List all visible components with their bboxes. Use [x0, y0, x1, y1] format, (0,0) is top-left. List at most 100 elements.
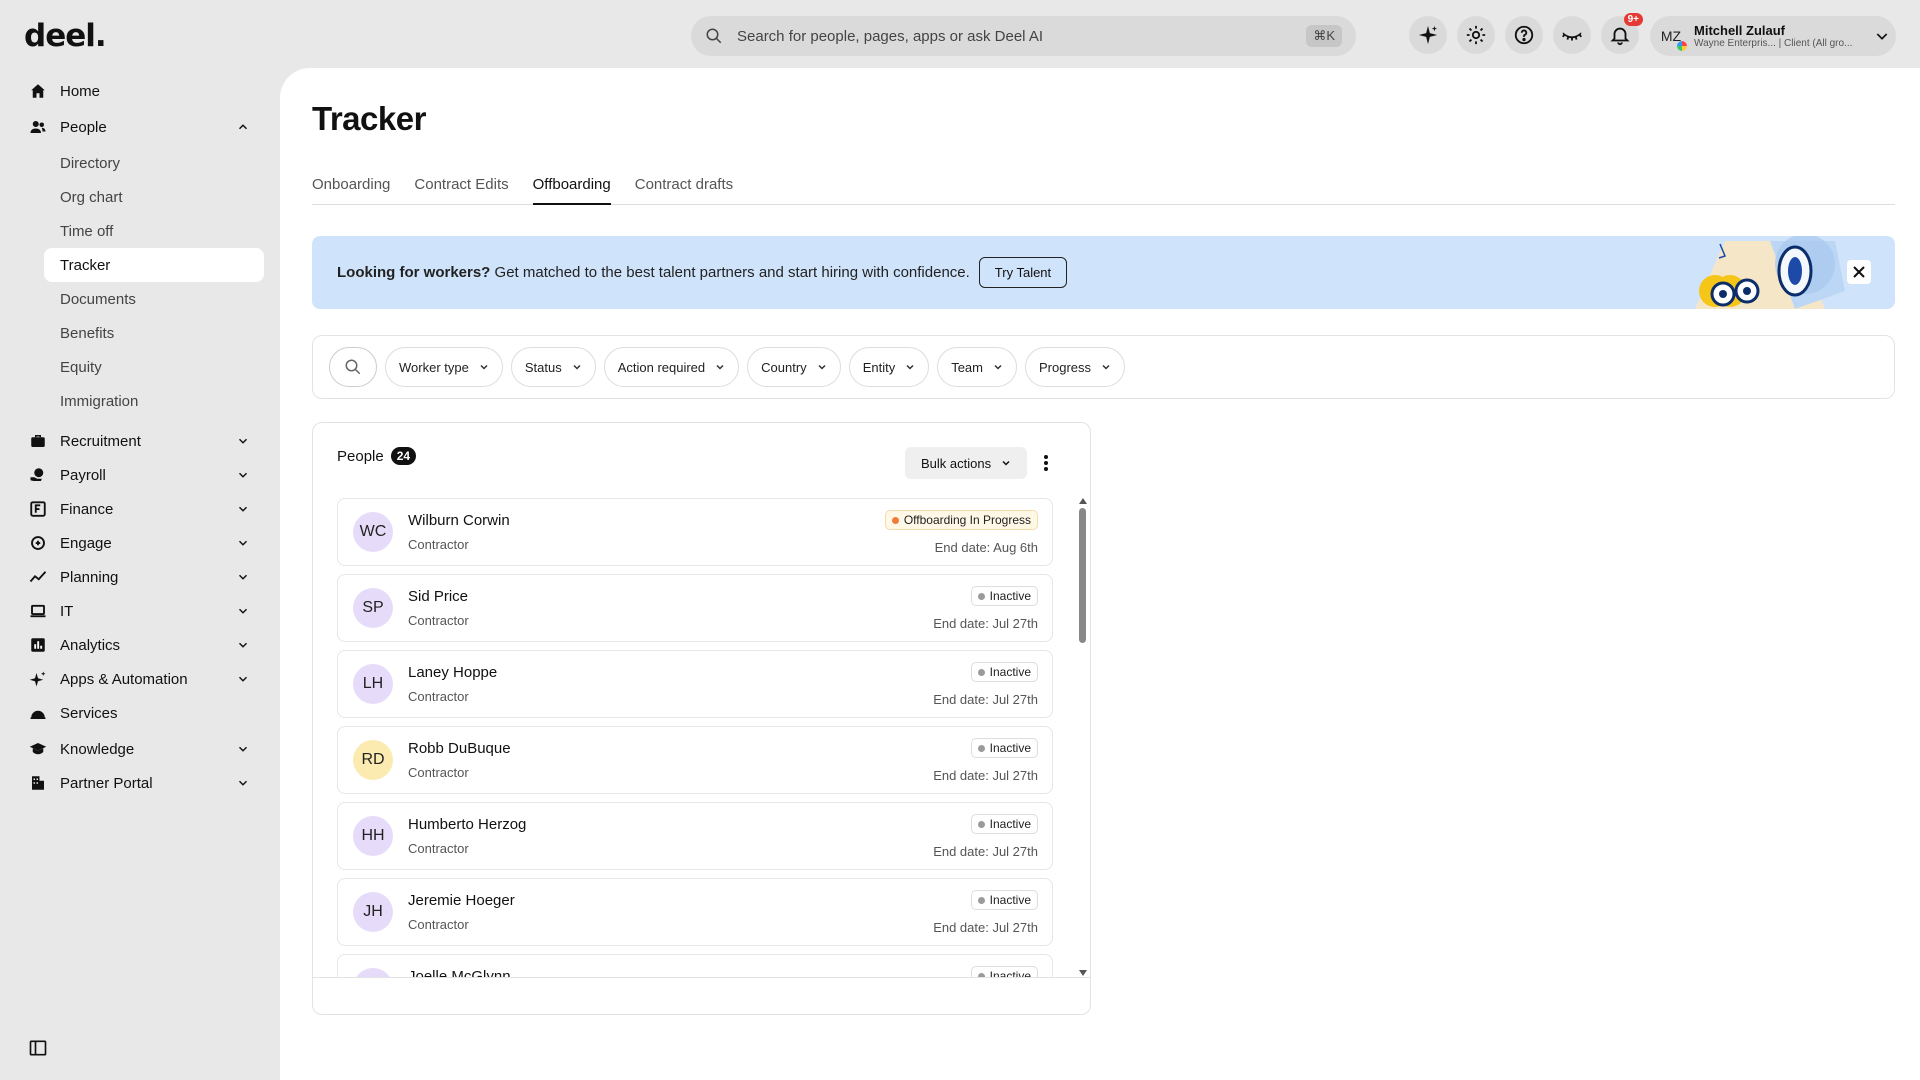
person-row[interactable]: WC Wilburn Corwin Contractor Offboarding In…: [337, 498, 1053, 566]
bulk-actions-button[interactable]: Bulk actions: [905, 447, 1028, 479]
person-row[interactable]: SP Sid Price Contractor Inactive End date: J…: [337, 574, 1053, 642]
sidebar-item-label: Planning: [60, 568, 119, 586]
status-badge: Inactive: [970, 814, 1038, 834]
sidebar-subitem-benefits[interactable]: Benefits: [44, 316, 264, 350]
sidebar-collapse-icon[interactable]: [28, 1038, 48, 1058]
sidebar-subitem-directory[interactable]: Directory: [44, 146, 264, 180]
status-badge: Inactive: [970, 586, 1038, 606]
people-title: People: [337, 447, 384, 465]
filter-progress[interactable]: Progress: [1025, 347, 1126, 387]
sidebar-item-analytics[interactable]: Analytics: [0, 628, 280, 662]
person-name: Laney Hoppe: [408, 664, 498, 681]
chevron-down-icon: [238, 438, 248, 444]
sidebar-subitem-org-chart[interactable]: Org chart: [44, 180, 264, 214]
person-row[interactable]: JH Jeremie Hoeger Contractor Inactive End da…: [337, 878, 1053, 946]
person-row[interactable]: LH Laney Hoppe Contractor Inactive End date:…: [337, 650, 1053, 718]
scrollbar[interactable]: [1078, 498, 1087, 976]
avatar-initials: JH: [363, 903, 383, 920]
status-badge: Inactive: [970, 662, 1038, 682]
more-options-icon[interactable]: [1036, 453, 1056, 473]
filter-entity[interactable]: Entity: [848, 347, 930, 387]
sidebar-item-payroll[interactable]: Payroll: [0, 458, 280, 492]
sidebar-item-engage[interactable]: Engage: [0, 526, 280, 560]
sidebar-item-people[interactable]: People: [0, 110, 280, 144]
ai-sparkle-button[interactable]: [1409, 16, 1447, 54]
person-name: Robb DuBuque: [408, 740, 511, 757]
person-row[interactable]: JMJoelle McGlynnContractorInactiveEnd da…: [337, 954, 1053, 978]
filter-label: Progress: [1039, 359, 1092, 375]
sidebar-item-planning[interactable]: Planning: [0, 560, 280, 594]
sidebar-subitem-time-off[interactable]: Time off: [44, 214, 264, 248]
status-dot-icon: [977, 668, 985, 676]
sidebar-subitem-immigration[interactable]: Immigration: [44, 384, 264, 418]
avatar: LH: [353, 664, 393, 704]
banner-close-button[interactable]: [1847, 260, 1871, 284]
sidebar-item-recruitment[interactable]: Recruitment: [0, 424, 280, 458]
chevron-down-icon: [238, 746, 248, 752]
hide-sensitive-button[interactable]: [1553, 16, 1591, 54]
sidebar-subitem-equity[interactable]: Equity: [44, 350, 264, 384]
payroll-icon: [30, 468, 44, 481]
sidebar-item-knowledge[interactable]: Knowledge: [0, 732, 280, 766]
chevron-down-icon: [238, 676, 248, 682]
sidebar-item-label: Finance: [60, 500, 114, 518]
tab-contract-edits[interactable]: Contract Edits: [414, 171, 508, 205]
building-icon: [32, 776, 44, 790]
filter-team[interactable]: Team: [937, 347, 1017, 387]
settings-button[interactable]: [1457, 16, 1495, 54]
sidebar-item-partner-portal[interactable]: Partner Portal: [0, 766, 280, 800]
avatar-initials: SP: [362, 599, 384, 616]
sidebar-item-label: Services: [60, 704, 118, 722]
end-date: End date: Jul 27th: [933, 844, 1038, 859]
avatar: HH: [353, 816, 393, 856]
scroll-up-icon[interactable]: [1079, 498, 1087, 504]
status-label: Inactive: [989, 817, 1031, 831]
tab-offboarding[interactable]: Offboarding: [532, 171, 611, 205]
filter-country[interactable]: Country: [747, 347, 841, 387]
main-panel: Tracker Onboarding Contract Edits Offboa…: [280, 68, 1920, 1080]
worker-type: Contractor: [408, 689, 469, 704]
deel-logo[interactable]: deel.: [24, 18, 107, 54]
banner-text: Looking for workers? Get matched to the …: [337, 264, 970, 281]
status-label: Offboarding In Progress: [903, 513, 1031, 527]
status-label: Inactive: [989, 665, 1031, 679]
sidebar-item-home[interactable]: Home: [0, 74, 280, 108]
scroll-down-icon[interactable]: [1079, 970, 1087, 976]
chevron-down-icon: [1002, 460, 1010, 466]
end-date: End date: Jul 27th: [933, 768, 1038, 783]
user-menu[interactable]: MZ Mitchell Zulauf Wayne Enterpris... | …: [1650, 16, 1896, 56]
tab-contract-drafts[interactable]: Contract drafts: [635, 171, 733, 205]
graduation-cap-icon: [29, 743, 47, 755]
status-dot-icon: [891, 516, 899, 524]
filter-status[interactable]: Status: [510, 347, 596, 387]
end-date: End date: Aug 6th: [934, 540, 1038, 555]
global-search[interactable]: Search for people, pages, apps or ask De…: [691, 16, 1356, 56]
sidebar-subitem-tracker[interactable]: Tracker: [44, 248, 264, 282]
sidebar-subitem-documents[interactable]: Documents: [44, 282, 264, 316]
avatar-initials: LH: [362, 675, 384, 692]
tab-onboarding[interactable]: Onboarding: [312, 171, 390, 205]
filter-search-button[interactable]: [329, 347, 377, 387]
help-button[interactable]: [1505, 16, 1543, 54]
scrollbar-thumb[interactable]: [1079, 508, 1086, 643]
chevron-up-icon: [238, 124, 248, 130]
filter-worker-type[interactable]: Worker type: [385, 347, 503, 387]
sidebar-item-finance[interactable]: Finance: [0, 492, 280, 526]
sidebar-item-services[interactable]: Services: [0, 696, 280, 730]
sidebar-item-it[interactable]: IT: [0, 594, 280, 628]
end-date: End date: Jul 27th: [933, 920, 1038, 935]
try-talent-button[interactable]: Try Talent: [978, 257, 1068, 288]
person-name: Sid Price: [408, 588, 469, 605]
sidebar-item-apps-automation[interactable]: Apps & Automation: [0, 662, 280, 696]
end-date: End date: Jul 27th: [933, 616, 1038, 631]
org-logo-icon: [1677, 41, 1687, 51]
notifications-button[interactable]: 9+: [1601, 13, 1643, 54]
search-shortcut: ⌘K: [1306, 25, 1342, 47]
person-row[interactable]: RD Robb DuBuque Contractor Inactive End date…: [337, 726, 1053, 794]
chevron-down-icon: [238, 506, 248, 512]
person-row[interactable]: HH Humberto Herzog Contractor Inactive End d…: [337, 802, 1053, 870]
worker-type: Contractor: [408, 917, 469, 932]
status-dot-icon: [977, 896, 985, 904]
filter-action-required[interactable]: Action required: [603, 347, 740, 387]
laptop-icon: [30, 604, 46, 618]
